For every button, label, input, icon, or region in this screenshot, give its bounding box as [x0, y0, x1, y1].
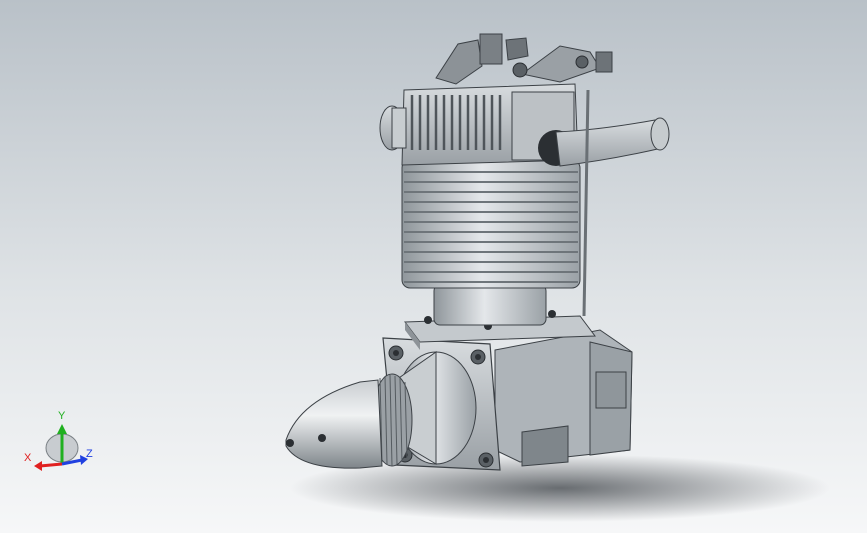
rocker-assembly	[435, 33, 613, 85]
push-rod	[582, 89, 590, 317]
cylinder-neck	[433, 284, 547, 326]
crankcase	[494, 329, 633, 467]
intake-stub	[379, 105, 407, 151]
spinner-nut	[285, 379, 383, 469]
x-axis-label: X	[24, 452, 32, 464]
cylinder-fins	[401, 159, 581, 289]
engine-model[interactable]	[0, 0, 867, 533]
graphics-viewport[interactable]: Y X Z	[0, 0, 867, 533]
reference-triad-icon[interactable]: Y X Z	[20, 410, 100, 474]
y-axis-label: Y	[58, 410, 66, 422]
z-axis-label: Z	[86, 448, 93, 460]
